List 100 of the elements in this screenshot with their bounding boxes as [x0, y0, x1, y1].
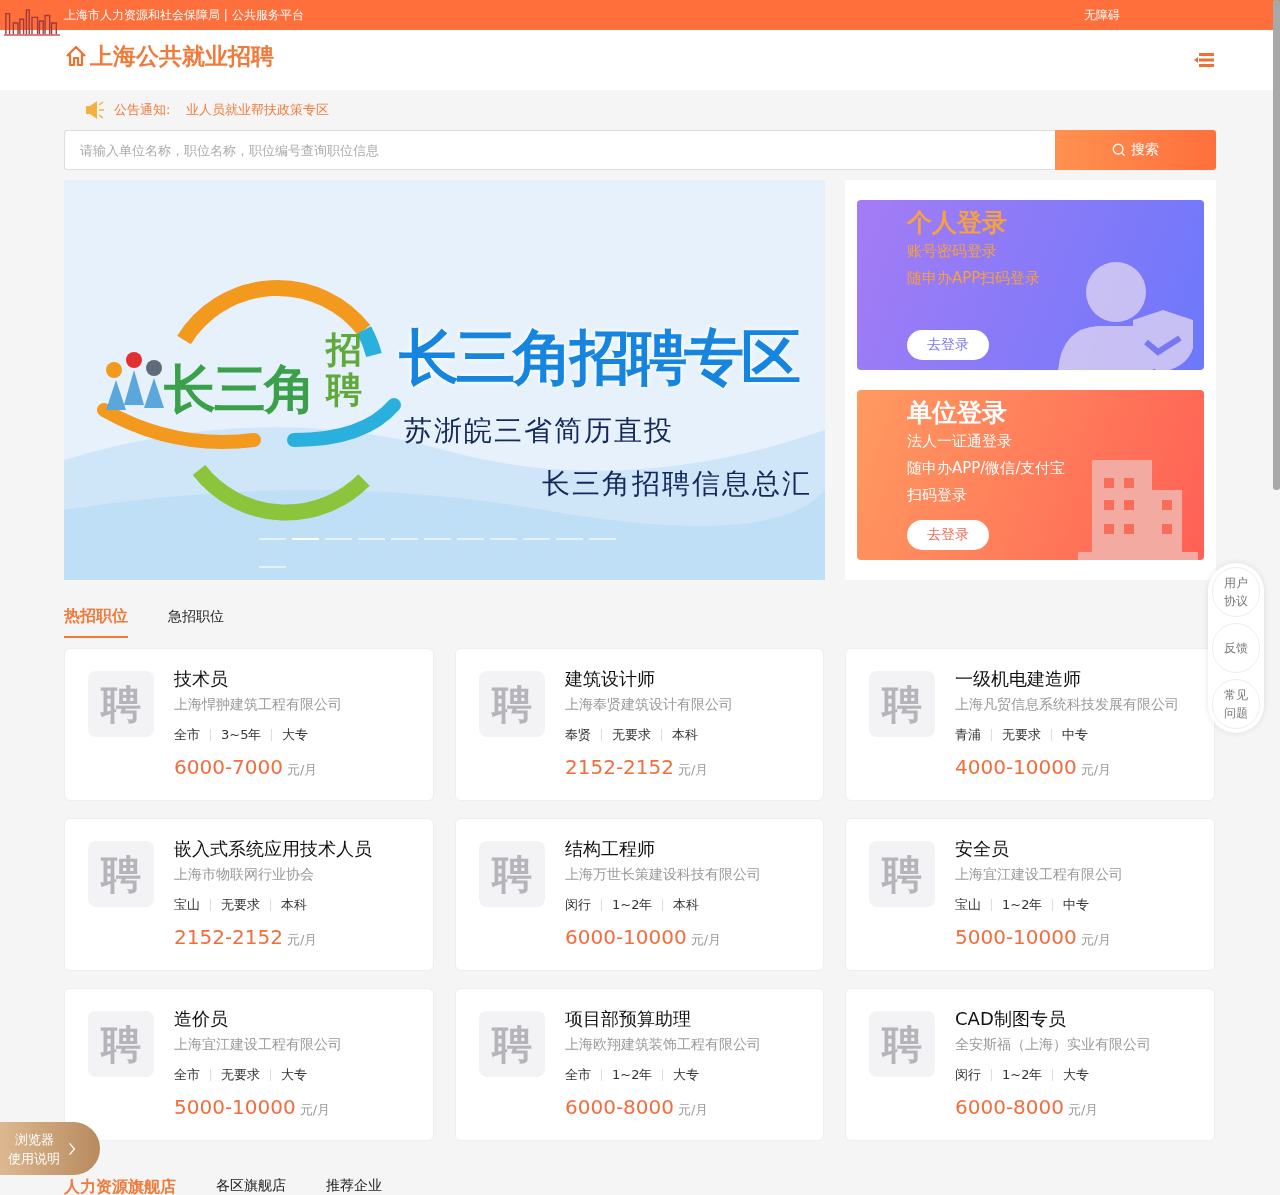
company-name: 上海欧翔建筑装饰工程有限公司 — [565, 1036, 761, 1054]
menu-button[interactable] — [1194, 52, 1214, 68]
salary-unit: 元/月 — [1080, 761, 1112, 779]
job-tag: 宝山 — [955, 896, 981, 914]
job-tag: 中专 — [1062, 726, 1088, 744]
section-tab[interactable]: 急招职位 — [168, 602, 224, 638]
login-method: 随申办APP/微信/支付宝 — [907, 458, 1066, 479]
job-card[interactable]: 聘 项目部预算助理 上海欧翔建筑装饰工程有限公司 全市 1~2年 大专 6000-8000 元/月 — [455, 988, 824, 1141]
job-tag: 宝山 — [174, 896, 200, 914]
company-name: 上海万世长策建设科技有限公司 — [565, 866, 761, 884]
chevron-right-icon — [68, 1141, 76, 1156]
company-name: 全安斯福（上海）实业有限公司 — [955, 1036, 1151, 1054]
salary-unit: 元/月 — [678, 1101, 709, 1119]
job-title: 安全员 — [955, 838, 1010, 860]
login-button[interactable]: 去登录 — [907, 330, 989, 360]
job-title: CAD制图专员 — [955, 1008, 1067, 1030]
banner-subtitle: 苏浙皖三省简历直投 — [404, 413, 674, 449]
job-tag: 大专 — [281, 1066, 307, 1084]
search-icon — [1112, 143, 1126, 157]
salary-unit: 元/月 — [299, 1101, 331, 1119]
job-tag: 无要求 — [221, 1066, 260, 1084]
scrollbar[interactable] — [1273, 0, 1280, 490]
company-logo: 聘 — [479, 1011, 545, 1077]
company-name: 上海市物联网行业协会 — [174, 866, 315, 884]
job-tag: 本科 — [672, 726, 698, 744]
job-card[interactable]: 聘 安全员 上海宜江建设工程有限公司 宝山 1~2年 中专 5000-10000 元/月 — [845, 818, 1215, 971]
salary-unit: 元/月 — [690, 931, 722, 949]
login-method: 账号密码登录 — [907, 241, 997, 262]
salary: 5000-10000 — [955, 925, 1077, 949]
company-logo: 聘 — [869, 1011, 935, 1077]
salary: 4000-10000 — [955, 755, 1077, 779]
login-title: 单位登录 — [907, 398, 1007, 428]
notice-label: 公告通知: — [114, 101, 171, 119]
salary-unit: 元/月 — [1080, 931, 1112, 949]
job-tag: 大专 — [1063, 1066, 1090, 1084]
side-button[interactable]: 常见 问题 — [1212, 679, 1260, 729]
company-logo: 聘 — [88, 671, 154, 737]
job-tag: 1~2年 — [1002, 896, 1043, 914]
search-field[interactable]: 请输入单位名称，职位名称，职位编号查询职位信息 — [64, 130, 1055, 170]
job-title: 建筑设计师 — [565, 668, 656, 690]
salary: 6000-10000 — [565, 925, 687, 949]
job-tag: 1~2年 — [612, 896, 653, 914]
banner-logo-text: 长三角 — [164, 358, 314, 421]
company-logo: 聘 — [88, 841, 154, 907]
login-title: 个人登录 — [907, 208, 1007, 238]
company-name: 上海奉贤建筑设计有限公司 — [565, 696, 733, 714]
job-card[interactable]: 聘 技术员 上海悍翀建筑工程有限公司 全市 3~5年 大专 6000-7000 元/月 — [64, 648, 434, 801]
job-card[interactable]: 聘 一级机电建造师 上海凡贸信息系统科技发展有限公司 青浦 无要求 中专 4000-10000 元/月 — [845, 648, 1215, 801]
section-tab[interactable]: 推荐企业 — [326, 1177, 382, 1195]
job-title: 造价员 — [174, 1008, 229, 1030]
job-card[interactable]: 聘 建筑设计师 上海奉贤建筑设计有限公司 奉贤 无要求 本科 2152-2152 元/月 — [455, 648, 824, 801]
job-tag: 青浦 — [955, 726, 981, 744]
guide-label: 浏览器 — [14, 1130, 54, 1149]
side-button[interactable]: 用户 协议 — [1212, 567, 1260, 617]
site-title: 上海市人力资源和社会保障局 | 公共服务平台 — [64, 6, 304, 24]
company-name: 上海凡贸信息系统科技发展有限公司 — [955, 696, 1179, 714]
house-icon — [64, 44, 88, 68]
salary: 5000-10000 — [174, 1095, 296, 1119]
company-logo: 聘 — [869, 841, 935, 907]
job-tag: 无要求 — [221, 896, 260, 914]
salary-unit: 元/月 — [287, 761, 318, 779]
salary: 2152-2152 — [565, 755, 674, 779]
job-card[interactable]: 聘 CAD制图专员 全安斯福（上海）实业有限公司 闵行 1~2年 大专 6000-8000 元/月 — [845, 988, 1215, 1141]
job-tag: 无要求 — [612, 726, 651, 744]
company-logo: 聘 — [479, 841, 545, 907]
job-card[interactable]: 聘 嵌入式系统应用技术人员 上海市物联网行业协会 宝山 无要求 本科 2152-2152 元/月 — [64, 818, 434, 971]
job-card[interactable]: 聘 造价员 上海宜江建设工程有限公司 全市 无要求 大专 5000-10000 元/月 — [64, 988, 434, 1141]
login-method: 扫码登录 — [907, 485, 967, 506]
login-method: 随申办APP扫码登录 — [907, 268, 1041, 289]
banner-logo-side: 招聘 — [326, 330, 362, 410]
salary-unit: 元/月 — [678, 761, 709, 779]
job-card[interactable]: 聘 结构工程师 上海万世长策建设科技有限公司 闵行 1~2年 本科 6000-10000 元/月 — [455, 818, 824, 971]
salary-unit: 元/月 — [287, 931, 318, 949]
job-tag: 全市 — [174, 1066, 200, 1084]
job-tag: 全市 — [174, 726, 200, 744]
job-tag: 本科 — [673, 896, 700, 914]
job-tag: 3~5年 — [221, 726, 262, 744]
salary: 6000-7000 — [174, 755, 283, 779]
side-button[interactable]: 反馈 — [1212, 623, 1260, 673]
skyline-logo-icon — [4, 6, 60, 38]
job-title: 结构工程师 — [565, 838, 656, 860]
job-tag: 1~2年 — [612, 1066, 653, 1084]
job-tag: 大专 — [673, 1066, 700, 1084]
login-method: 法人一证通登录 — [907, 431, 1012, 452]
company-name: 上海宜江建设工程有限公司 — [955, 866, 1123, 884]
salary: 2152-2152 — [174, 925, 283, 949]
banner-subtitle: 长三角招聘信息总汇 — [542, 466, 812, 502]
salary: 6000-8000 — [955, 1095, 1064, 1119]
banner-headline: 长三角招聘专区 — [399, 321, 798, 394]
job-tag: 1~2年 — [1002, 1066, 1043, 1084]
job-tag: 本科 — [281, 896, 307, 914]
section-tab[interactable]: 各区旗舰店 — [216, 1177, 286, 1195]
megaphone-icon — [84, 100, 106, 120]
company-logo: 聘 — [869, 671, 935, 737]
job-title: 项目部预算助理 — [565, 1008, 692, 1030]
job-title: 嵌入式系统应用技术人员 — [174, 838, 372, 860]
job-title: 一级机电建造师 — [955, 668, 1082, 690]
company-logo: 聘 — [479, 671, 545, 737]
job-tag: 中专 — [1063, 896, 1090, 914]
job-tag: 闵行 — [955, 1066, 981, 1084]
